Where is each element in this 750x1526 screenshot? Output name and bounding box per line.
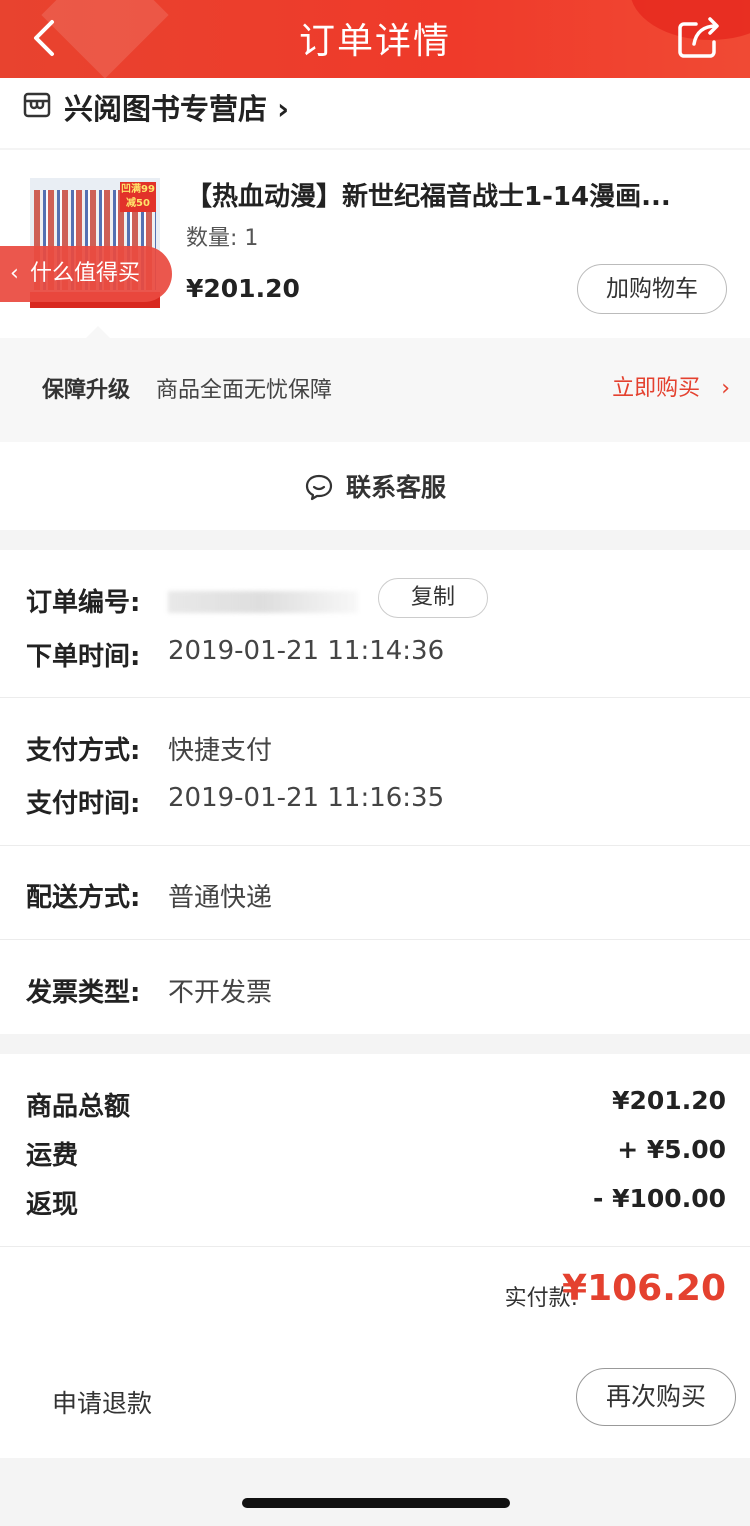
add-to-cart-button[interactable]: 加购物车 (577, 264, 727, 314)
return-to-app-pill[interactable]: ‹ 什么值得买 (0, 246, 172, 302)
buy-now-link[interactable]: 立即购买 › (612, 370, 730, 402)
top-navigation-bar: 订单详情 (0, 0, 750, 78)
chat-bubble-icon (304, 473, 334, 501)
order-time-label: 下单时间: (26, 642, 141, 672)
store-link[interactable]: 兴阅图书专营店 › (0, 78, 750, 148)
divider (0, 845, 750, 846)
page-title: 订单详情 (298, 21, 451, 62)
contact-service-label: 联系客服 (345, 473, 446, 502)
guarantee-desc: 商品全面无忧保障 (156, 378, 333, 403)
order-number-label: 订单编号: (26, 588, 141, 618)
product-card[interactable]: 凹满99 减50 【热血动漫】新世纪福音战士1-14漫画... 数量: 1 ¥2… (0, 150, 750, 338)
store-name-text: 兴阅图书专营店 (64, 92, 268, 126)
buy-now-label: 立即购买 (612, 376, 701, 401)
chevron-right-icon: › (721, 376, 730, 401)
shipping-label: 运费 (26, 1141, 79, 1171)
order-time-value: 2019-01-21 11:14:36 (168, 636, 445, 666)
home-indicator[interactable] (242, 1498, 510, 1508)
paid-value: ¥106.20 (562, 1268, 726, 1309)
pay-time-label: 支付时间: (26, 789, 141, 819)
cashback-label: 返现 (26, 1190, 79, 1220)
goods-total-label: 商品总额 (26, 1092, 131, 1122)
guarantee-caret (86, 326, 110, 338)
chevron-left-icon: ‹ (10, 261, 19, 286)
product-price: ¥201.20 (186, 274, 300, 303)
order-number-blurred (168, 586, 358, 616)
store-icon (22, 90, 52, 120)
contact-service-button[interactable]: 联系客服 (0, 442, 750, 530)
product-quantity: 数量: 1 (186, 226, 259, 251)
delivery-label: 配送方式: (26, 883, 141, 913)
guarantee-label: 保障升级 (42, 378, 131, 403)
product-title[interactable]: 【热血动漫】新世纪福音战士1-14漫画... (186, 176, 716, 213)
share-icon[interactable] (676, 14, 724, 60)
bottom-action-bar: 申请退款 再次购买 (0, 1338, 750, 1458)
guarantee-upgrade: 保障升级 商品全面无忧保障 立即购买 › (0, 338, 750, 442)
pay-method-value: 快捷支付 (168, 736, 273, 766)
delivery-value: 普通快递 (168, 883, 273, 913)
divider (0, 1246, 750, 1247)
divider (0, 939, 750, 940)
amount-summary: 商品总额 ¥201.20 运费 + ¥5.00 返现 - ¥100.00 实付款… (0, 1054, 750, 1338)
invoice-value: 不开发票 (168, 978, 273, 1008)
copy-button[interactable]: 复制 (378, 578, 488, 618)
return-app-label: 什么值得买 (30, 261, 141, 286)
invoice-label: 发票类型: (26, 978, 141, 1008)
store-name: 兴阅图书专营店 › (64, 86, 289, 128)
divider (0, 697, 750, 698)
cashback-value: - ¥100.00 (593, 1184, 726, 1213)
pay-time-value: 2019-01-21 11:16:35 (168, 783, 445, 813)
shipping-value: + ¥5.00 (617, 1135, 726, 1164)
pay-method-label: 支付方式: (26, 736, 141, 766)
order-info-section: 订单编号: 复制 下单时间: 2019-01-21 11:14:36 支付方式:… (0, 550, 750, 1034)
buy-again-button[interactable]: 再次购买 (576, 1368, 736, 1426)
goods-total-value: ¥201.20 (612, 1086, 726, 1115)
promo-tag: 凹满99 减50 (120, 182, 156, 212)
chevron-right-icon: › (277, 92, 290, 126)
request-refund-button[interactable]: 申请退款 (52, 1384, 152, 1420)
